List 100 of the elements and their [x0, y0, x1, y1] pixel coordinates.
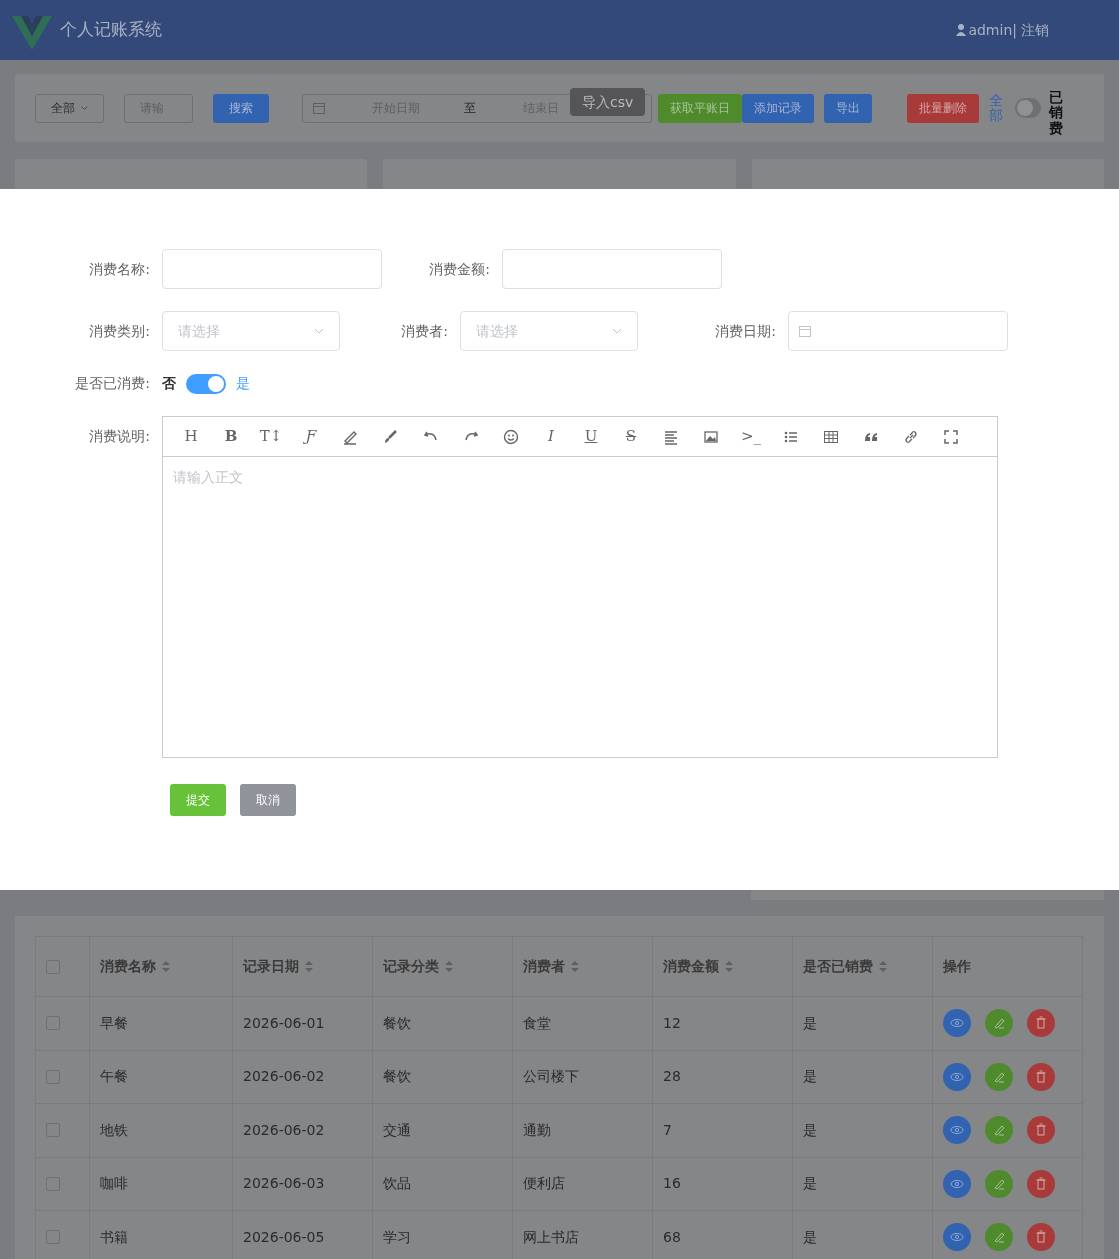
toolbar-button[interactable]: 批量删除 — [907, 93, 979, 123]
column-header[interactable]: 消费名称 — [100, 956, 156, 977]
field-label: 消费说明: — [88, 427, 151, 446]
import-csv-tooltip[interactable]: 导入csv — [570, 88, 646, 116]
table-cell: 是 — [803, 1014, 817, 1031]
table-cell: 是 — [803, 1121, 817, 1138]
select-field[interactable]: 请选择 — [460, 311, 638, 351]
sort-icon[interactable] — [571, 961, 579, 972]
sort-icon[interactable] — [445, 961, 453, 972]
toolbar-tool[interactable]: U — [584, 425, 598, 448]
form-button[interactable]: 提交 — [170, 784, 226, 816]
delete-button[interactable] — [1027, 1009, 1055, 1038]
view-button[interactable] — [943, 1223, 971, 1252]
table-cell: 通勤 — [523, 1121, 551, 1138]
toolbar-tool[interactable]: T↕ — [259, 425, 283, 448]
toolbar-tool[interactable]: >_ — [740, 425, 762, 448]
toolbar-tool[interactable]: I — [548, 425, 554, 448]
form-button[interactable]: 取消 — [240, 784, 296, 816]
sort-icon[interactable] — [879, 961, 887, 972]
column-header[interactable]: 是否已销费 — [803, 956, 873, 977]
text-field[interactable] — [502, 249, 722, 289]
column-header[interactable]: 记录日期 — [243, 956, 299, 977]
table-cell: 是 — [803, 1228, 817, 1245]
table-cell: 学习 — [383, 1228, 411, 1245]
table-cell: 2026-06-02 — [243, 1068, 325, 1085]
edit-button[interactable] — [985, 1169, 1013, 1198]
table-cell: 16 — [663, 1175, 681, 1192]
toolbar-button[interactable]: 导出 — [824, 93, 872, 123]
delete-button[interactable] — [1027, 1062, 1055, 1091]
table-cell: 网上书店 — [523, 1228, 579, 1245]
delete-button[interactable] — [1027, 1116, 1055, 1145]
date-field[interactable] — [788, 311, 1008, 351]
switch-label: 已销费 — [1049, 89, 1063, 137]
column-header[interactable]: 消费者 — [523, 956, 565, 977]
table-cell: 餐饮 — [383, 1068, 411, 1085]
delete-button[interactable] — [1027, 1223, 1055, 1252]
edit-button[interactable] — [985, 1009, 1013, 1038]
switch-off-text: 否 — [162, 374, 176, 393]
chevron-icon — [81, 105, 88, 111]
table-cell: 饮品 — [383, 1175, 411, 1192]
table-cell: 7 — [663, 1121, 672, 1138]
toolbar-tool[interactable]: B — [224, 425, 238, 448]
user-icon — [956, 24, 967, 36]
table-cell: 早餐 — [100, 1014, 128, 1031]
consumed-switch[interactable] — [186, 373, 226, 394]
consumed-filter-switch[interactable] — [1015, 98, 1041, 118]
sort-icon[interactable] — [725, 961, 733, 972]
edit-button[interactable] — [985, 1116, 1013, 1145]
edit-button[interactable] — [985, 1062, 1013, 1091]
toolbar-tool[interactable]: Ƒ — [305, 425, 317, 448]
toolbar-button[interactable]: 添加记录 — [742, 93, 814, 123]
brush-icon[interactable] — [382, 427, 400, 446]
sort-icon[interactable] — [305, 961, 313, 972]
select-field[interactable]: 请选择 — [162, 311, 340, 351]
table-cell: 交通 — [383, 1121, 411, 1138]
table-cell: 地铁 — [100, 1121, 128, 1138]
fullscreen-icon[interactable] — [942, 427, 960, 446]
view-button[interactable] — [943, 1169, 971, 1198]
edit-button[interactable] — [985, 1223, 1013, 1252]
field-label: 消费日期: — [714, 321, 777, 341]
table-cell: 咖啡 — [100, 1175, 128, 1192]
username-text: admin| — [968, 20, 1017, 41]
view-button[interactable] — [943, 1062, 971, 1091]
filter-all-link[interactable]: 全部 — [989, 93, 1003, 123]
field-label: 消费名称: — [88, 259, 151, 279]
table-cell: 午餐 — [100, 1068, 128, 1085]
search-button[interactable]: 搜索 — [213, 93, 269, 123]
table-cell: 公司楼下 — [523, 1068, 579, 1085]
table-cell: 2026-06-01 — [243, 1014, 325, 1031]
column-header[interactable]: 记录分类 — [383, 956, 439, 977]
field-label: 消费者: — [400, 321, 449, 341]
column-header[interactable]: 操作 — [943, 956, 971, 977]
delete-button[interactable] — [1027, 1169, 1055, 1198]
table-cell: 是 — [803, 1175, 817, 1192]
toolbar-tool[interactable]: S — [625, 425, 637, 448]
sort-icon[interactable] — [162, 961, 170, 972]
table-cell: 2026-06-03 — [243, 1175, 325, 1192]
table-cell: 便利店 — [523, 1175, 565, 1192]
view-button[interactable] — [943, 1009, 971, 1038]
table-cell: 2026-06-05 — [243, 1228, 325, 1245]
field-label: 消费类别: — [88, 321, 151, 341]
chevron-icon — [612, 328, 622, 334]
toolbar-button[interactable]: 获取平账日 — [658, 93, 742, 123]
category-select[interactable]: 全部 — [35, 93, 104, 123]
app-title: 个人记账系统 — [60, 18, 162, 42]
text-field[interactable] — [162, 249, 382, 289]
table-cell: 书籍 — [100, 1228, 128, 1245]
table-cell: 68 — [663, 1228, 681, 1245]
view-button[interactable] — [943, 1116, 971, 1145]
logout-link[interactable]: 注销 — [1021, 19, 1049, 41]
editor-body[interactable]: 请输入正文 — [162, 457, 998, 758]
table-cell: 食堂 — [523, 1014, 551, 1031]
calendar-icon — [799, 325, 811, 337]
column-header[interactable]: 消费金额 — [663, 956, 719, 977]
chevron-icon — [314, 328, 324, 334]
table-cell: 28 — [663, 1068, 681, 1085]
emoji-icon[interactable] — [502, 427, 520, 446]
field-label: 是否已消费: — [74, 374, 151, 393]
range-separator: 至 — [464, 100, 476, 117]
toolbar-tool[interactable]: H — [184, 425, 198, 448]
